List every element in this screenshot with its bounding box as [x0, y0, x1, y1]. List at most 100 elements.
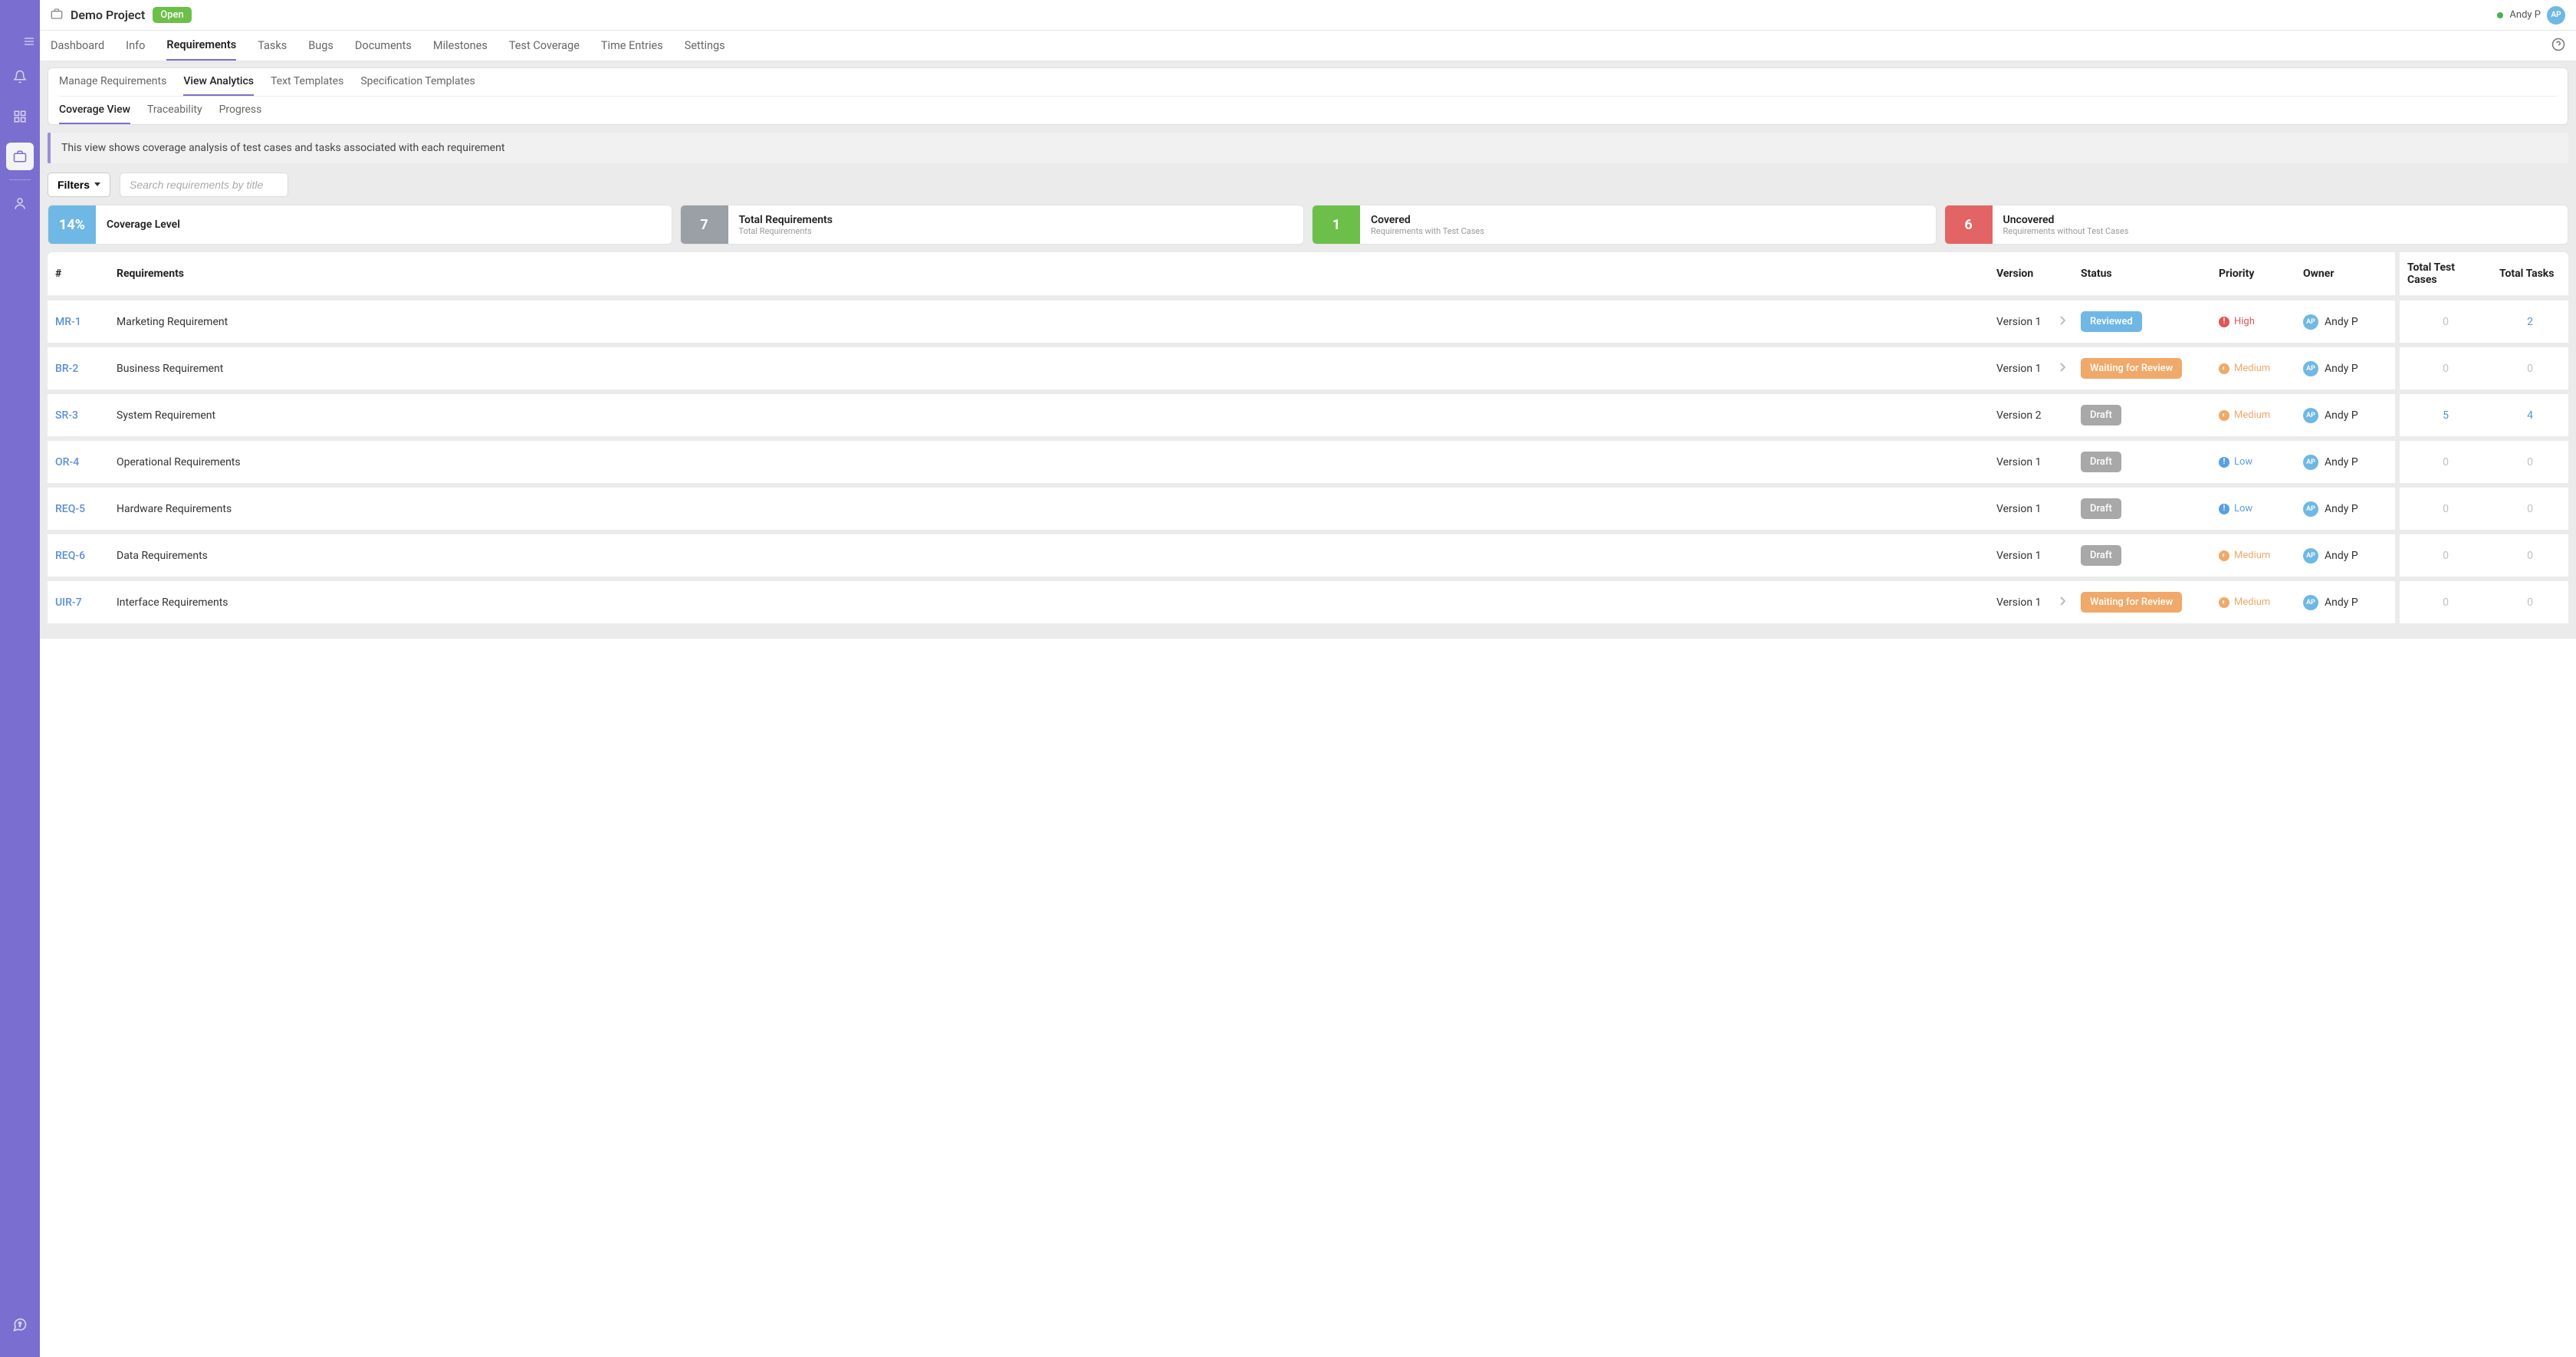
tab-settings[interactable]: Settings [685, 31, 725, 60]
tab-requirements[interactable]: Requirements [166, 31, 236, 61]
stat-uncovered-sub: Requirements without Test Cases [2003, 226, 2129, 236]
priority-label: ◐Medium [2219, 409, 2288, 421]
requirement-id-link[interactable]: BR-2 [55, 363, 78, 375]
subnav-progress[interactable]: Progress [219, 97, 262, 124]
task-count[interactable]: 2 [2527, 316, 2533, 328]
owner-avatar: AP [2303, 408, 2318, 423]
stat-total-sub: Total Requirements [739, 226, 833, 236]
priority-label: ◐Medium [2219, 363, 2288, 374]
version-label: Version 1 [1996, 550, 2041, 562]
table-row: BR-2Business RequirementVersion 1Waiting… [48, 343, 2568, 389]
status-badge: Draft [2081, 452, 2121, 472]
tab-bugs[interactable]: Bugs [308, 31, 334, 60]
subnav-coverage-view[interactable]: Coverage View [59, 97, 130, 124]
tab-test-coverage[interactable]: Test Coverage [509, 31, 580, 60]
help-icon[interactable] [2551, 38, 2565, 54]
stat-coverage: 14% Coverage Level [48, 205, 672, 245]
filters-row: Filters [40, 169, 2576, 205]
col-tasks[interactable]: Total Tasks [2492, 252, 2568, 296]
requirement-id-link[interactable]: OR-4 [55, 456, 79, 468]
rail-notifications-icon[interactable] [6, 63, 34, 90]
requirement-id-link[interactable]: MR-1 [55, 316, 81, 328]
stat-covered-value: 1 [1313, 205, 1360, 244]
current-user-name[interactable]: Andy P [2509, 9, 2541, 21]
tab-info[interactable]: Info [126, 31, 145, 60]
test-count: 0 [2443, 316, 2449, 328]
col-priority[interactable]: Priority [2211, 252, 2295, 296]
owner-name: Andy P [2325, 316, 2358, 328]
table-row: REQ-6Data RequirementsVersion 1Draft◐Med… [48, 530, 2568, 577]
task-count[interactable]: 4 [2527, 409, 2533, 422]
requirement-id-link[interactable]: REQ-6 [55, 550, 85, 562]
project-status-badge: Open [153, 7, 191, 23]
version-label: Version 1 [1996, 503, 2041, 515]
requirements-table: # Requirements Version Status Priority O… [48, 252, 2568, 623]
status-badge: Reviewed [2081, 311, 2142, 332]
app-logo[interactable] [8, 6, 32, 31]
filters-button[interactable]: Filters [48, 172, 110, 197]
owner-avatar: AP [2303, 361, 2318, 376]
col-tests[interactable]: Total Test Cases [2400, 252, 2492, 296]
stat-uncovered: 6 UncoveredRequirements without Test Cas… [1944, 205, 2569, 245]
requirement-title: Operational Requirements [109, 436, 1989, 483]
requirement-title: Interface Requirements [109, 577, 1989, 623]
version-label: Version 1 [1996, 363, 2041, 375]
chevron-right-icon[interactable] [2059, 316, 2065, 328]
chevron-right-icon[interactable] [2059, 596, 2065, 609]
version-label: Version 1 [1996, 316, 2041, 328]
tab-tasks[interactable]: Tasks [258, 31, 287, 60]
version-label: Version 1 [1996, 456, 2041, 468]
status-badge: Waiting for Review [2081, 592, 2182, 613]
tab-time-entries[interactable]: Time Entries [601, 31, 663, 60]
stat-uncovered-value: 6 [1945, 205, 1993, 244]
project-title[interactable]: Demo Project [71, 8, 145, 22]
topbar: Demo Project Open Andy P AP [40, 0, 2576, 31]
main-nav: Dashboard Info Requirements Tasks Bugs Docume… [40, 31, 2576, 61]
priority-icon: ◐ [2219, 597, 2229, 608]
table-row: SR-3System RequirementVersion 2Draft◐Med… [48, 389, 2568, 436]
rail-dashboard-icon[interactable] [6, 103, 34, 130]
requirement-title: Business Requirement [109, 343, 1989, 389]
owner-name: Andy P [2325, 503, 2358, 515]
tab-documents[interactable]: Documents [355, 31, 412, 60]
requirement-id-link[interactable]: UIR-7 [55, 596, 82, 609]
tab-milestones[interactable]: Milestones [433, 31, 488, 60]
task-count: 0 [2527, 550, 2533, 562]
chevron-right-icon[interactable] [2059, 363, 2065, 375]
rail-support-icon[interactable]: ? [6, 1311, 34, 1339]
col-status[interactable]: Status [2073, 252, 2211, 296]
owner-cell: APAndy P [2303, 455, 2387, 470]
search-input[interactable] [120, 172, 288, 197]
owner-name: Andy P [2325, 456, 2358, 468]
priority-icon: ! [2219, 504, 2229, 514]
col-requirements[interactable]: Requirements [109, 252, 1989, 296]
priority-icon: ! [2219, 317, 2229, 327]
stat-uncovered-title: Uncovered [2003, 214, 2129, 226]
status-badge: Draft [2081, 545, 2121, 566]
test-count: 0 [2443, 596, 2449, 609]
task-count: 0 [2527, 363, 2533, 375]
subnav-manage-requirements[interactable]: Manage Requirements [59, 68, 166, 96]
requirement-id-link[interactable]: REQ-5 [55, 503, 85, 515]
rail-user-icon[interactable] [6, 189, 34, 217]
test-count: 0 [2443, 456, 2449, 468]
priority-label: ◐Medium [2219, 550, 2288, 561]
col-id[interactable]: # [48, 252, 109, 296]
subnav-view-analytics[interactable]: View Analytics [183, 68, 254, 96]
owner-avatar: AP [2303, 501, 2318, 517]
subnav-specification-templates[interactable]: Specification Templates [360, 68, 475, 96]
current-user-avatar[interactable]: AP [2547, 6, 2565, 25]
test-count[interactable]: 5 [2443, 409, 2449, 422]
tab-dashboard[interactable]: Dashboard [51, 31, 104, 60]
stat-total-title: Total Requirements [739, 214, 833, 226]
owner-cell: AP Andy P [2303, 501, 2387, 517]
sidebar-collapse-icon[interactable] [0, 37, 40, 48]
requirement-id-link[interactable]: SR-3 [55, 409, 78, 422]
stat-coverage-title: Coverage Level [107, 219, 180, 231]
subnav-traceability[interactable]: Traceability [147, 97, 202, 124]
rail-projects-icon[interactable] [6, 143, 34, 170]
col-owner[interactable]: Owner [2295, 252, 2395, 296]
col-version[interactable]: Version [1989, 252, 2073, 296]
left-rail: ? [0, 0, 40, 1357]
subnav-text-templates[interactable]: Text Templates [271, 68, 343, 96]
